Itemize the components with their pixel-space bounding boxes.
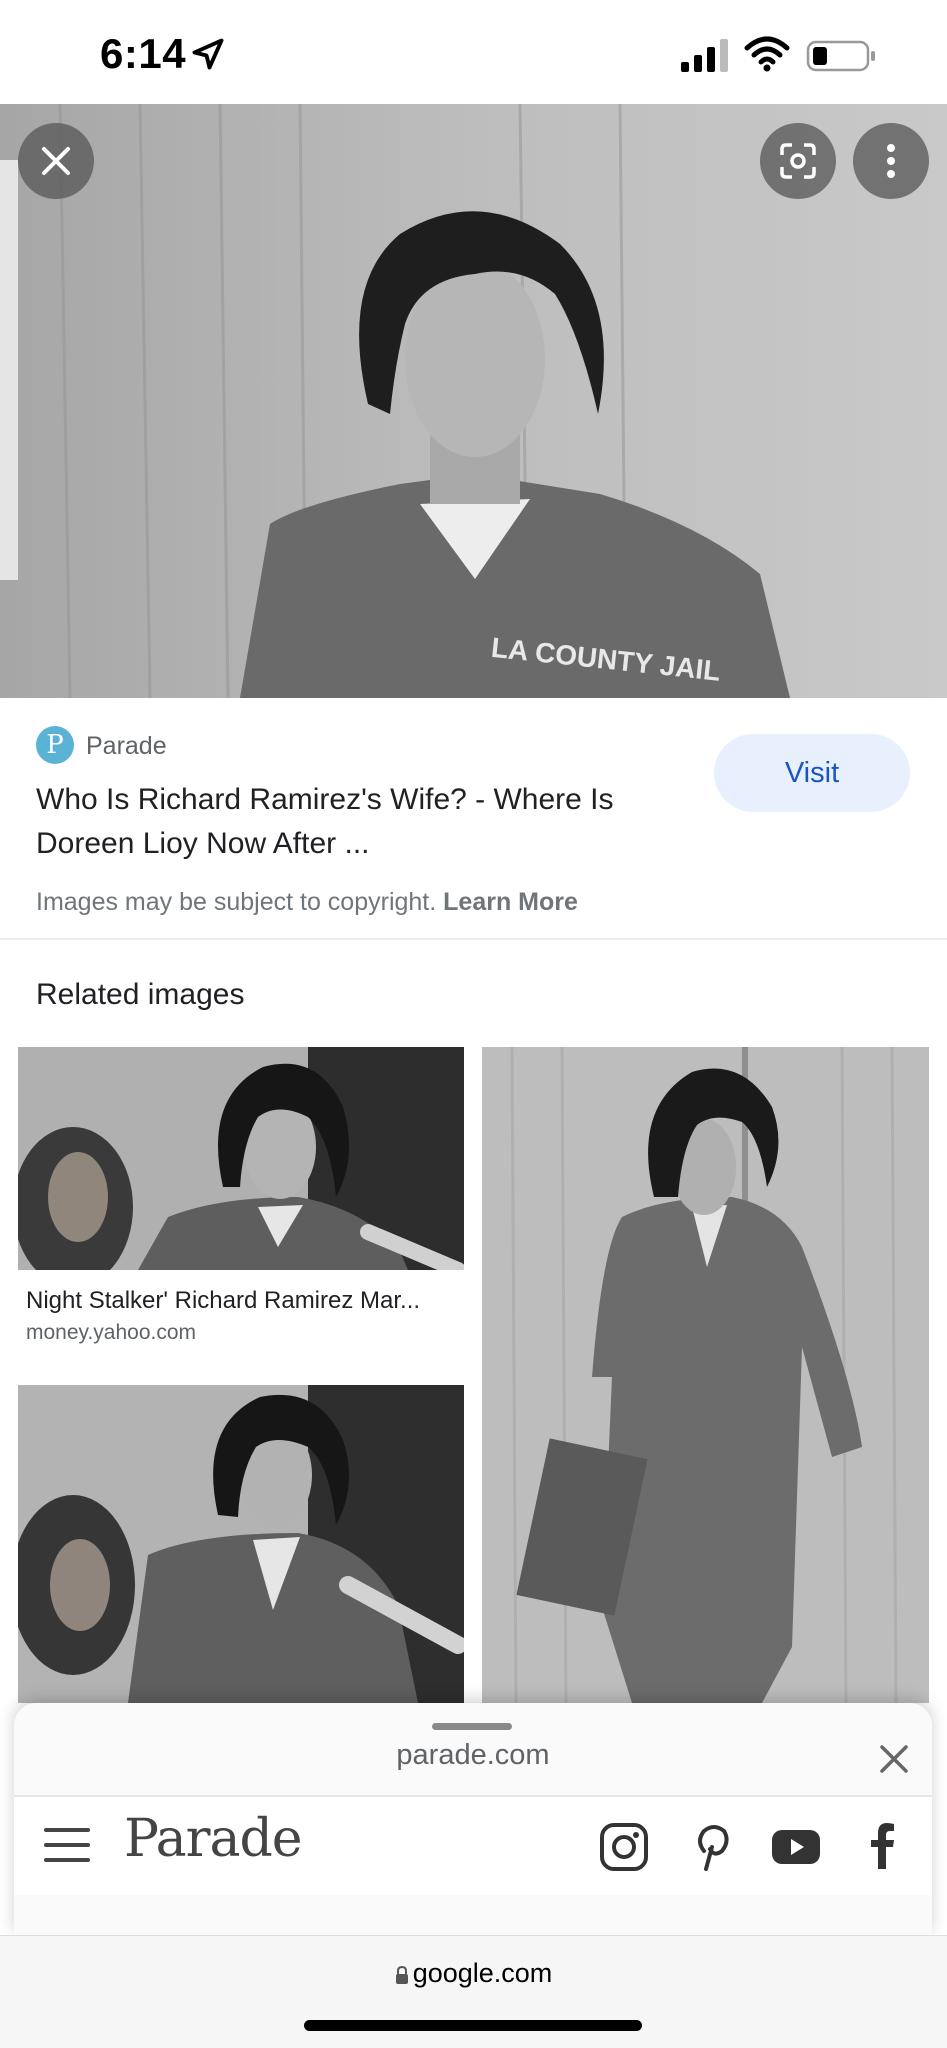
related-image-2[interactable]: [482, 1047, 929, 1703]
address-url[interactable]: google.com: [0, 1958, 947, 1989]
facebook-icon[interactable]: [856, 1821, 908, 1873]
hero-image[interactable]: LA COUNTY JAIL: [0, 104, 947, 698]
close-image-button[interactable]: [18, 123, 94, 199]
related-images-heading: Related images: [36, 978, 245, 1011]
learn-more-link[interactable]: Learn More: [443, 888, 578, 916]
close-icon: [42, 147, 70, 175]
cellular-signal-icon: [681, 39, 728, 72]
source-logo: P: [36, 726, 74, 764]
address-url-text: google.com: [412, 1958, 553, 1988]
home-indicator: [304, 2020, 642, 2031]
more-vertical-icon: [887, 144, 895, 178]
related-image-3[interactable]: [18, 1385, 464, 1703]
status-time: 6:14: [100, 30, 187, 77]
pinterest-icon[interactable]: [684, 1821, 736, 1873]
source-name[interactable]: Parade: [86, 732, 167, 761]
related-photo-3: [18, 1385, 464, 1703]
site-preview-sheet[interactable]: parade.com Parade: [14, 1703, 932, 1935]
visit-button[interactable]: Visit: [714, 734, 910, 812]
site-logo[interactable]: Parade: [124, 1809, 303, 1869]
related-photo-2: [482, 1047, 929, 1703]
sheet-close-icon[interactable]: [872, 1737, 916, 1781]
status-bar: 6:14: [0, 0, 947, 104]
lock-icon: [395, 1966, 408, 1984]
battery-icon: [806, 40, 875, 72]
copyright-text: Images may be subject to copyright.: [36, 888, 437, 916]
location-arrow-icon: [192, 38, 224, 70]
youtube-icon[interactable]: [770, 1821, 822, 1873]
sheet-url: parade.com: [396, 1739, 550, 1771]
copyright-notice: Images may be subject to copyright. Lear…: [36, 888, 578, 917]
menu-icon[interactable]: [44, 1825, 90, 1865]
result-title[interactable]: Who Is Richard Ramirez's Wife? - Where I…: [36, 778, 676, 866]
site-header: Parade: [14, 1795, 932, 1895]
wifi-icon: [744, 36, 790, 72]
related-photo-1: [18, 1047, 464, 1270]
related-source-1[interactable]: money.yahoo.com: [26, 1321, 196, 1345]
browser-address-bar[interactable]: google.com: [0, 1935, 947, 2048]
sheet-drag-handle[interactable]: [432, 1723, 512, 1730]
more-options-button[interactable]: [853, 123, 929, 199]
related-caption-1[interactable]: Night Stalker' Richard Ramirez Mar...: [26, 1287, 456, 1315]
instagram-icon[interactable]: [598, 1821, 650, 1873]
lens-icon: [780, 143, 816, 179]
image-result-info: P Parade Who Is Richard Ramirez's Wife? …: [0, 698, 947, 940]
related-image-1[interactable]: [18, 1047, 464, 1270]
google-lens-button[interactable]: [760, 123, 836, 199]
